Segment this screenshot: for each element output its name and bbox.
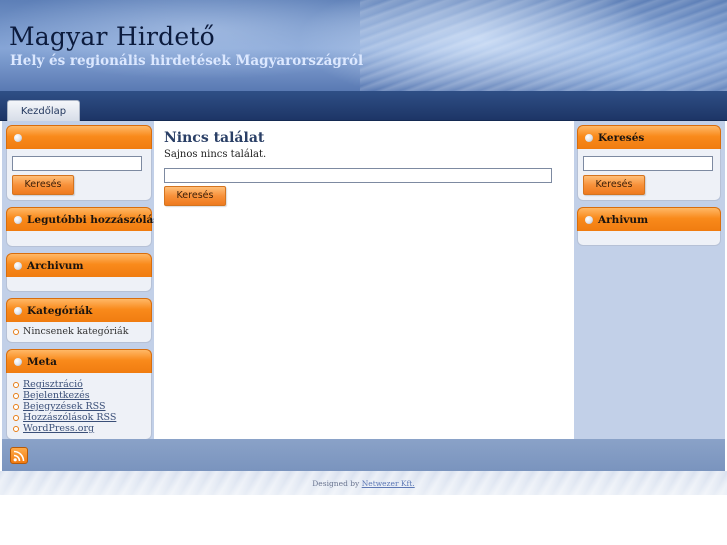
page-title: Nincs találat	[164, 130, 265, 146]
search-widget-right: Keresés Keresés	[577, 125, 721, 201]
list-item: Hozzászólások RSS	[13, 412, 146, 423]
credits: Designed by Netwezer Kft.	[0, 479, 727, 488]
search-button-right[interactable]: Keresés	[583, 175, 645, 195]
widget-body	[6, 231, 152, 247]
meta-widget: Meta Regisztráció Bejelentkezés Bejegyzé…	[6, 349, 152, 440]
rss-glyph-icon	[13, 450, 25, 462]
left-sidebar: Keresés Legutóbbi hozzászólások Archivum…	[6, 125, 173, 446]
list-item: Bejelentkezés	[13, 390, 146, 401]
archive-widget-left: Archivum	[6, 253, 152, 292]
bullet-icon	[585, 133, 593, 142]
comments-rss-link[interactable]: Hozzászólások RSS	[23, 412, 116, 423]
bullet-icon	[13, 328, 19, 335]
footer-bar	[2, 439, 725, 471]
widget-body	[6, 277, 152, 292]
widget-body: Keresés	[6, 149, 152, 201]
bullet-icon	[14, 306, 22, 315]
bullet-icon	[13, 403, 19, 410]
right-sidebar: Keresés Keresés Arhivum	[577, 125, 721, 252]
bullet-icon	[585, 215, 593, 224]
bullet-icon	[14, 261, 22, 270]
widget-header: Keresés	[577, 125, 721, 149]
entries-rss-link[interactable]: Bejegyzések RSS	[23, 401, 106, 412]
categories-widget: Kategóriák Nincsenek kategóriák	[6, 298, 152, 343]
archive-widget-right: Arhivum	[577, 207, 721, 246]
designed-by-label: Designed by	[312, 479, 360, 488]
search-widget-left: Keresés	[6, 125, 152, 201]
bullet-icon	[14, 357, 22, 366]
no-results-message: Sajnos nincs találat.	[164, 149, 267, 160]
register-link[interactable]: Regisztráció	[23, 379, 83, 390]
bullet-icon	[13, 425, 19, 432]
widget-title: Arhivum	[598, 213, 649, 226]
bullet-icon	[13, 392, 19, 399]
widget-header: Kategóriák	[6, 298, 152, 322]
site-title[interactable]: Magyar Hirdető	[9, 22, 215, 51]
widget-header: Arhivum	[577, 207, 721, 231]
main-area: Keresés Legutóbbi hozzászólások Archivum…	[2, 121, 725, 440]
widget-header: Archivum	[6, 253, 152, 277]
no-categories-label: Nincsenek kategóriák	[23, 326, 129, 337]
tab-home[interactable]: Kezdőlap	[7, 100, 80, 121]
list-item: Nincsenek kategóriák	[13, 326, 146, 337]
widget-header	[6, 125, 152, 149]
nav-bar: Kezdőlap	[0, 91, 727, 121]
search-button-left[interactable]: Keresés	[12, 175, 74, 195]
widget-title: Meta	[27, 355, 57, 368]
widget-body: Nincsenek kategóriák	[6, 322, 152, 343]
list-item: WordPress.org	[13, 423, 146, 434]
search-input-main[interactable]	[164, 168, 552, 183]
bullet-icon	[14, 215, 22, 224]
widget-title: Keresés	[598, 131, 645, 144]
meta-links: Regisztráció Bejelentkezés Bejegyzések R…	[12, 379, 146, 434]
search-input-left[interactable]	[12, 156, 142, 171]
site-description: Hely és regionális hirdetések Magyarorsz…	[10, 53, 364, 69]
widget-header: Meta	[6, 349, 152, 373]
widget-body: Keresés	[577, 149, 721, 201]
designer-link[interactable]: Netwezer Kft.	[362, 479, 415, 488]
widget-title: Legutóbbi hozzászólások	[27, 213, 174, 226]
categories-list: Nincsenek kategóriák	[12, 326, 146, 337]
list-item: Regisztráció	[13, 379, 146, 390]
widget-title: Archivum	[27, 259, 84, 272]
widget-title: Kategóriák	[27, 304, 93, 317]
widget-body	[577, 231, 721, 246]
header-decoration	[360, 0, 727, 95]
bullet-icon	[14, 133, 22, 142]
bullet-icon	[13, 414, 19, 421]
widget-header: Legutóbbi hozzászólások	[6, 207, 173, 231]
rss-icon[interactable]	[10, 447, 28, 464]
bullet-icon	[13, 381, 19, 388]
widget-body: Regisztráció Bejelentkezés Bejegyzések R…	[6, 373, 152, 440]
main-content: Nincs találat Sajnos nincs találat. Kere…	[154, 121, 574, 439]
login-link[interactable]: Bejelentkezés	[23, 390, 90, 401]
list-item: Bejegyzések RSS	[13, 401, 146, 412]
wordpress-link[interactable]: WordPress.org	[23, 423, 94, 434]
recent-comments-widget: Legutóbbi hozzászólások	[6, 207, 173, 247]
search-input-right[interactable]	[583, 156, 713, 171]
search-button-main[interactable]: Keresés	[164, 186, 226, 206]
